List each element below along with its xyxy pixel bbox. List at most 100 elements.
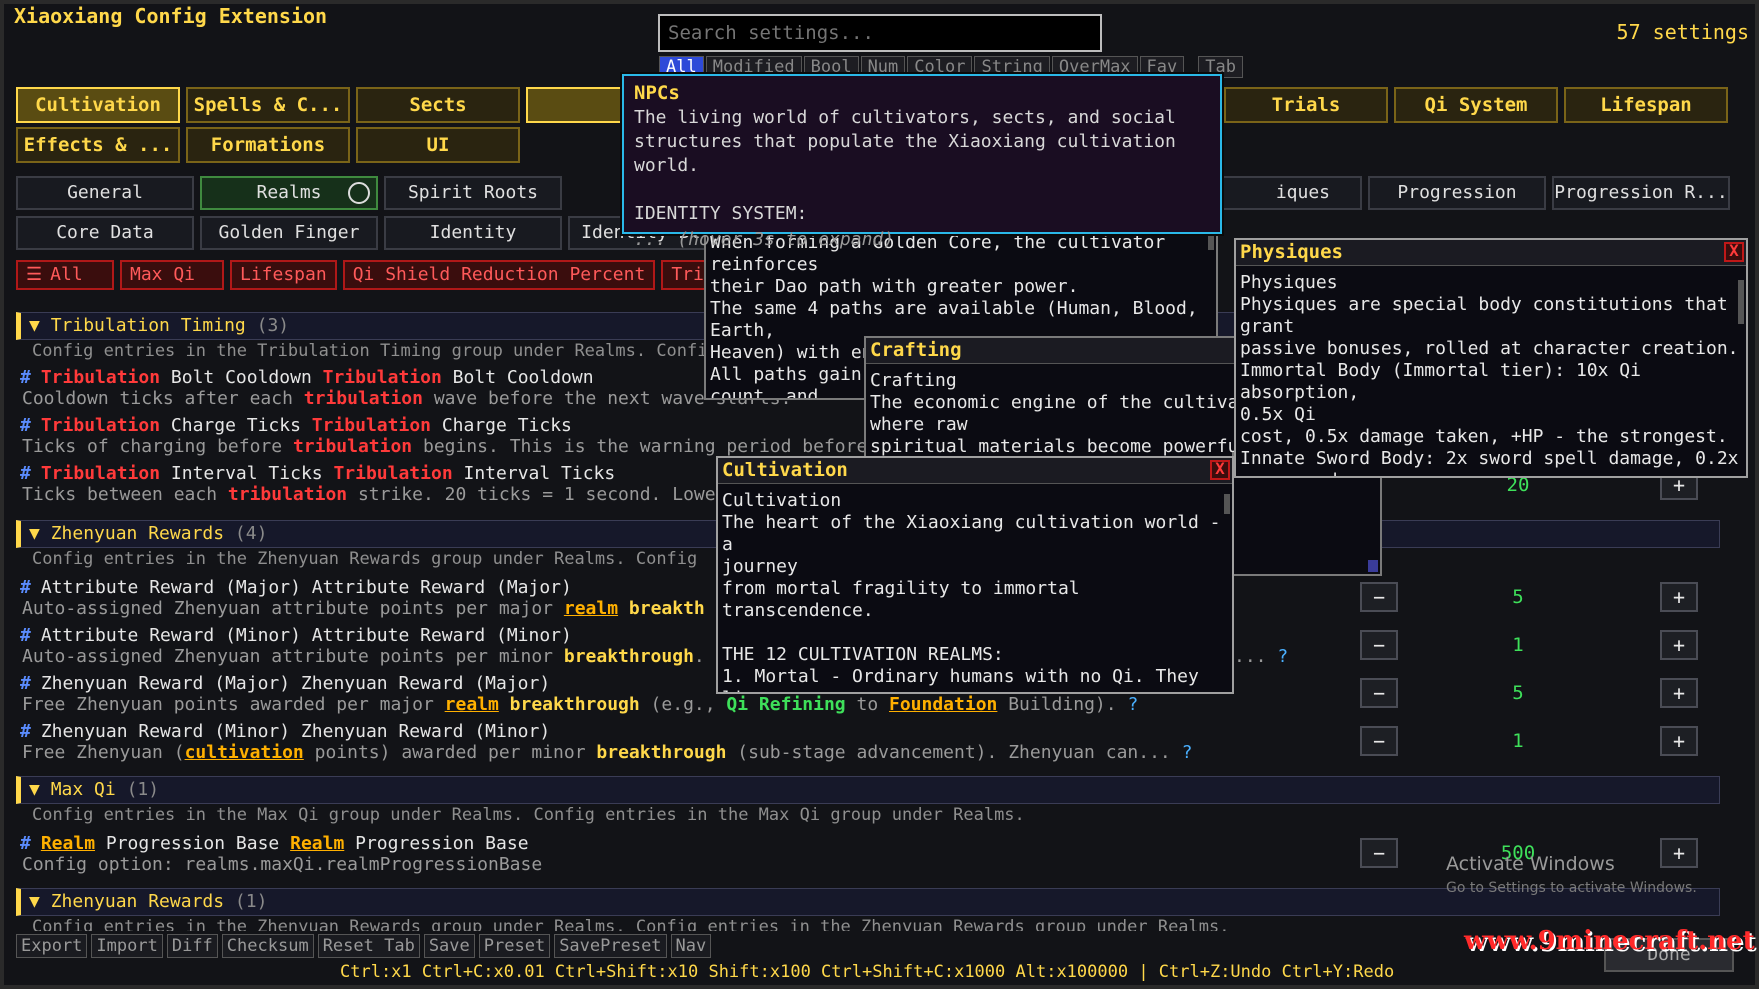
desc-text: Cooldown ticks after each bbox=[22, 388, 304, 409]
subtab-general[interactable]: General bbox=[16, 176, 194, 210]
tab-effects[interactable]: Effects & ... bbox=[16, 127, 180, 163]
keyword: realm bbox=[563, 598, 619, 619]
entry-desc: Auto-assigned Zhenyuan attribute points … bbox=[22, 598, 705, 619]
keyword: Tribulation bbox=[40, 463, 161, 484]
diff-button[interactable]: Diff bbox=[166, 934, 218, 958]
desc-text: Ticks of charging before bbox=[22, 436, 293, 457]
scrollbar[interactable] bbox=[1738, 280, 1744, 324]
tab-cultivation[interactable]: Cultivation bbox=[16, 87, 180, 123]
entry-text: Progression Base bbox=[95, 833, 291, 854]
decrement-button[interactable]: − bbox=[1360, 582, 1398, 612]
chip-max-qi[interactable]: Max Qi bbox=[120, 260, 224, 290]
list-icon: ☰ bbox=[26, 264, 43, 285]
desc-text bbox=[499, 694, 510, 715]
eye-icon bbox=[348, 182, 370, 204]
subtab-progression-r[interactable]: Progression R... bbox=[1552, 176, 1730, 210]
desc-text: Building). bbox=[997, 694, 1117, 715]
desc-text: Free Zhenyuan ( bbox=[22, 742, 185, 763]
desc-text: Auto-assigned Zhenyuan attribute points … bbox=[22, 646, 564, 667]
close-icon[interactable]: X bbox=[1210, 460, 1230, 480]
tab-lifespan[interactable]: Lifespan bbox=[1564, 87, 1728, 123]
decrement-button[interactable]: − bbox=[1360, 678, 1398, 708]
increment-button[interactable]: + bbox=[1660, 726, 1698, 756]
keyword: breakth bbox=[628, 598, 705, 619]
cultivation-tooltip: Cultivation X Cultivation The heart of t… bbox=[716, 456, 1234, 694]
save-button[interactable]: Save bbox=[423, 934, 475, 958]
group-header-max-qi[interactable]: ▼ Max Qi (1) bbox=[16, 776, 1720, 804]
entry-desc: Auto-assigned Zhenyuan attribute points … bbox=[22, 646, 705, 667]
subtab-realms-label: Realms bbox=[256, 182, 322, 203]
entry-title: # Zhenyuan Reward (Minor) Zhenyuan Reward… bbox=[20, 721, 550, 742]
export-button[interactable]: Export bbox=[16, 934, 88, 958]
chip-lifespan[interactable]: Lifespan bbox=[230, 260, 337, 290]
save-preset-button[interactable]: SavePreset bbox=[554, 934, 667, 958]
entry-desc: Free Zhenyuan (cultivation points) award… bbox=[22, 742, 1192, 763]
decrement-button[interactable]: − bbox=[1360, 838, 1398, 868]
keyword: Realm bbox=[40, 833, 96, 854]
help-link[interactable]: ? bbox=[1182, 742, 1193, 763]
entry-desc-tail: ... ? bbox=[1234, 646, 1288, 667]
subtab-progression[interactable]: Progression bbox=[1368, 176, 1546, 210]
watermark: www.9minecraft.net bbox=[1464, 926, 1755, 956]
triangle-down-icon: ▼ bbox=[29, 891, 51, 912]
reset-tab-button[interactable]: Reset Tab bbox=[317, 934, 420, 958]
group-count: (3) bbox=[256, 315, 290, 336]
chip-qi-shield[interactable]: Qi Shield Reduction Percent bbox=[342, 260, 656, 290]
entry-text: Zhenyuan Reward (Minor) Zhenyuan Reward … bbox=[40, 721, 551, 742]
tooltip-body: Physiques Physiques are special body con… bbox=[1240, 272, 1739, 476]
value-display: 1 bbox=[1512, 730, 1524, 752]
subtab-physiques-label: iques bbox=[1275, 182, 1330, 203]
nav-button[interactable]: Nav bbox=[670, 934, 712, 958]
entry-title: # Tribulation Charge Ticks Tribulation Ch… bbox=[20, 415, 572, 436]
value-display: 5 bbox=[1512, 586, 1524, 608]
search-input[interactable] bbox=[658, 14, 1102, 52]
tab-spells[interactable]: Spells & C... bbox=[186, 87, 350, 123]
subtab-core-data[interactable]: Core Data bbox=[16, 216, 194, 250]
group-name: Zhenyuan Rewards bbox=[50, 523, 225, 544]
chip-all[interactable]: ☰ All bbox=[16, 260, 114, 290]
increment-button[interactable]: + bbox=[1660, 678, 1698, 708]
entry-text: Bolt Cooldown bbox=[160, 367, 323, 388]
help-link[interactable]: ? bbox=[1277, 646, 1288, 667]
increment-button[interactable]: + bbox=[1660, 838, 1698, 868]
entry-text: Zhenyuan Reward (Major) Zhenyuan Reward … bbox=[40, 673, 551, 694]
checksum-button[interactable]: Checksum bbox=[221, 934, 314, 958]
hash-icon: # bbox=[20, 367, 31, 388]
group-count: (1) bbox=[126, 779, 160, 800]
desc-text: Ticks between each bbox=[22, 484, 228, 505]
keyword: breakthrough bbox=[596, 742, 727, 763]
increment-button[interactable]: + bbox=[1660, 630, 1698, 660]
subtab-realms[interactable]: Realms bbox=[200, 176, 378, 210]
physiques-tooltip: Physiques X Physiques Physiques are spec… bbox=[1234, 238, 1748, 478]
entry-text: Attribute Reward (Minor) Attribute Rewar… bbox=[40, 625, 572, 646]
main-tabs-row1-right: Trials Qi System Lifespan bbox=[1224, 87, 1728, 123]
tab-sects[interactable]: Sects bbox=[356, 87, 520, 123]
keyword: Tribulation bbox=[322, 367, 442, 388]
preset-button[interactable]: Preset bbox=[478, 934, 551, 958]
tab-ui[interactable]: UI bbox=[356, 127, 520, 163]
resize-handle[interactable] bbox=[1368, 560, 1378, 572]
decrement-button[interactable]: − bbox=[1360, 630, 1398, 660]
entry-text: Progression Base bbox=[344, 833, 529, 854]
decrement-button[interactable]: − bbox=[1360, 726, 1398, 756]
scrollbar[interactable] bbox=[1224, 494, 1230, 514]
tab-formations[interactable]: Formations bbox=[186, 127, 350, 163]
triangle-down-icon: ▼ bbox=[29, 315, 51, 336]
increment-button[interactable]: + bbox=[1660, 582, 1698, 612]
subtab-identity[interactable]: Identity bbox=[384, 216, 562, 250]
hash-icon: # bbox=[20, 415, 31, 436]
hash-icon: # bbox=[20, 721, 31, 742]
subtab-spirit-roots[interactable]: Spirit Roots bbox=[384, 176, 562, 210]
npcs-tooltip: NPCs The living world of cultivators, se… bbox=[622, 74, 1222, 250]
tooltip-body: The living world of cultivators, sects, … bbox=[634, 107, 1176, 224]
import-button[interactable]: Import bbox=[91, 934, 163, 958]
value-display: 5 bbox=[1512, 682, 1524, 704]
subtab-golden-finger[interactable]: Golden Finger bbox=[200, 216, 378, 250]
tab-qi-system[interactable]: Qi System bbox=[1394, 87, 1558, 123]
activate-windows-sub: Go to Settings to activate Windows. bbox=[1446, 880, 1697, 896]
help-link[interactable]: ? bbox=[1127, 694, 1138, 715]
close-icon[interactable]: X bbox=[1724, 242, 1744, 262]
shortcut-hints: Ctrl:x1 Ctrl+C:x0.01 Ctrl+Shift:x10 Shif… bbox=[340, 962, 1395, 982]
tab-trials[interactable]: Trials bbox=[1224, 87, 1388, 123]
filter-chips: ☰ All Max Qi Lifespan Qi Shield Reduction… bbox=[16, 260, 732, 290]
